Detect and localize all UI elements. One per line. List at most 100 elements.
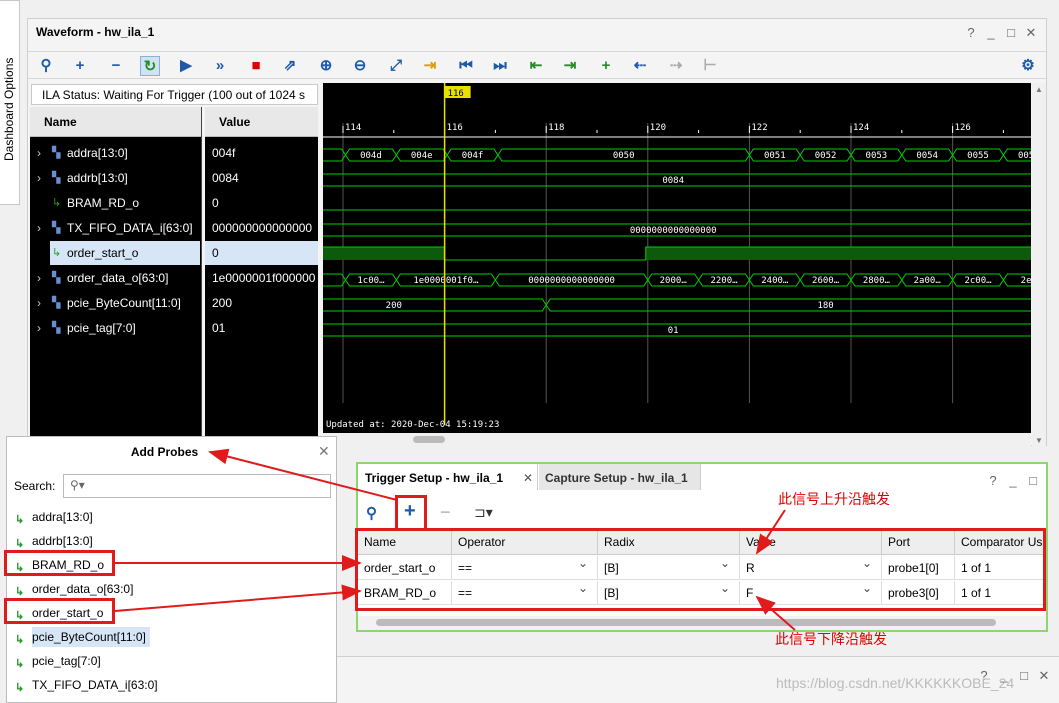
highlight-trigger-rows	[355, 528, 1046, 611]
tab-trigger-setup[interactable]: Trigger Setup - hw_ila_1 ✕	[358, 464, 538, 490]
scroll-up-icon[interactable]: ▲	[1035, 85, 1043, 94]
add-icon[interactable]: +	[70, 56, 90, 76]
next-transition-icon[interactable]: ⇥	[560, 56, 580, 76]
bus-value-label: 01	[668, 326, 679, 336]
remove-probe-button[interactable]: −	[440, 502, 451, 523]
probe-item[interactable]: ↳ addrb[13:0]	[15, 531, 93, 551]
bus-value-label: 180	[817, 301, 833, 311]
dashboard-options-tab[interactable]: Dashboard Options	[0, 0, 20, 205]
probe-item[interactable]: ↳ pcie_tag[7:0]	[15, 651, 101, 671]
help-icon[interactable]: ?	[964, 26, 978, 40]
trigger-hscroll[interactable]	[358, 616, 1046, 630]
signal-row[interactable]: › ▚ pcie_ByteCount[11:0]	[30, 291, 200, 315]
export-icon[interactable]: ⇗	[280, 56, 300, 76]
signal-row[interactable]: › ▚ pcie_tag[7:0]	[30, 316, 200, 340]
search-icon[interactable]: ⚲	[366, 504, 377, 522]
minimize-icon[interactable]: _	[1006, 474, 1020, 488]
bit-icon: ↳	[52, 247, 62, 259]
probe-item[interactable]: ↳ order_data_o[63:0]	[15, 579, 133, 599]
vertical-scrollbar[interactable]: ▲ ▼	[1032, 83, 1046, 447]
tab-capture-label: Capture Setup - hw_ila_1	[545, 471, 688, 485]
bus-value-label: 2000…	[660, 276, 688, 286]
tab-capture-setup[interactable]: Capture Setup - hw_ila_1	[539, 464, 701, 490]
probe-item[interactable]: ↳ pcie_ByteCount[11:0]	[15, 627, 150, 647]
chevron-right-icon[interactable]: ›	[37, 316, 41, 340]
signal-row[interactable]: › ▚ addra[13:0]	[30, 141, 200, 165]
scroll-down-icon[interactable]: ▼	[1035, 436, 1043, 445]
close-icon[interactable]: ✕	[1037, 669, 1051, 683]
waveform-canvas[interactable]: 114 116 118 120 122 124 126 004d 004e 004f 0050 005…	[240, 83, 1059, 433]
signal-name: BRAM_RD_o	[67, 196, 140, 210]
prev-transition-icon[interactable]: ⇤	[526, 56, 546, 76]
signal-name: TX_FIFO_DATA_i[63:0]	[67, 221, 193, 235]
restore-icon[interactable]: □	[1004, 26, 1018, 40]
close-icon[interactable]: ✕	[318, 443, 330, 460]
bus-value-label: 0051	[764, 151, 786, 161]
bus-value-label: 1e0000001f0…	[413, 276, 479, 286]
bus-value-label: 0000000000000000	[630, 226, 717, 236]
name-header[interactable]: Name	[30, 107, 201, 137]
signal-row[interactable]: ↳ BRAM_RD_o	[30, 191, 200, 215]
probe-item[interactable]: ↳ addra[13:0]	[15, 507, 93, 527]
bus-value-label: 2600…	[812, 276, 840, 286]
chevron-right-icon[interactable]: ›	[37, 166, 41, 190]
swap-icon[interactable]: ⊢	[700, 56, 720, 76]
scroll-thumb[interactable]	[413, 436, 445, 443]
next-marker-icon[interactable]: ⇢	[666, 56, 686, 76]
search-input[interactable]: ⚲▾	[63, 474, 331, 498]
close-icon[interactable]: ✕	[523, 471, 533, 485]
bus-icon: ▚	[52, 172, 61, 184]
help-icon[interactable]: ?	[986, 474, 1000, 488]
signal-row[interactable]: ↳ order_start_o	[50, 241, 200, 265]
go-start-icon[interactable]: ⏮	[456, 56, 476, 76]
marker-icon[interactable]: ⇥	[420, 56, 440, 76]
probe-label: TX_FIFO_DATA_i[63:0]	[32, 678, 158, 692]
bus-value-label: 0056	[1018, 151, 1031, 161]
restore-icon[interactable]: □	[1026, 474, 1040, 488]
bus-value-label: 004e	[411, 151, 433, 161]
restore-icon[interactable]: □	[1017, 669, 1031, 683]
bus-value-label: 0053	[866, 151, 888, 161]
horizontal-scrollbar[interactable]	[323, 433, 1031, 447]
remove-icon[interactable]: −	[106, 56, 126, 76]
search-icon[interactable]: ⚲	[36, 56, 56, 76]
bit-icon: ↳	[15, 514, 25, 526]
zoom-fit-icon[interactable]: ⤢	[386, 56, 406, 76]
chevron-right-icon[interactable]: ›	[37, 216, 41, 240]
signal-row[interactable]: › ▚ addrb[13:0]	[30, 166, 200, 190]
tab-trigger-label: Trigger Setup - hw_ila_1	[365, 471, 504, 485]
scroll-thumb[interactable]	[376, 619, 996, 626]
ila-status: ILA Status: Waiting For Trigger (100 out…	[31, 84, 318, 105]
probe-item[interactable]: ↳ TX_FIFO_DATA_i[63:0]	[15, 675, 158, 695]
prev-marker-icon[interactable]: ⇠	[630, 56, 650, 76]
bus-segment	[261, 273, 347, 287]
go-end-icon[interactable]: ⏭	[490, 56, 510, 76]
zoom-out-icon[interactable]: ⊖	[350, 56, 370, 76]
chevron-right-icon[interactable]: ›	[37, 266, 41, 290]
probe-label: pcie_tag[7:0]	[32, 654, 101, 668]
highlight-order-start	[4, 598, 115, 624]
refresh-icon[interactable]: ↻	[140, 56, 160, 76]
chevron-right-icon[interactable]: ›	[37, 141, 41, 165]
zoom-in-icon[interactable]: ⊕	[316, 56, 336, 76]
stop-icon[interactable]: ■	[246, 56, 266, 76]
value-header[interactable]: Value	[205, 107, 318, 137]
gear-icon[interactable]: ⚙	[1018, 56, 1038, 76]
signal-row[interactable]: › ▚ order_data_o[63:0]	[30, 266, 200, 290]
minimize-icon[interactable]: _	[984, 26, 998, 40]
bus-value-label: 0055	[967, 151, 989, 161]
bus-value-label: 2a00…	[914, 276, 942, 286]
condition-icon[interactable]: ⊐▾	[474, 504, 493, 521]
run-icon[interactable]: ▶	[176, 56, 196, 76]
close-icon[interactable]: ✕	[1024, 26, 1038, 40]
add-marker-icon[interactable]: +	[596, 56, 616, 76]
bus-value-label: 004f	[462, 151, 484, 161]
chevron-right-icon[interactable]: ›	[37, 291, 41, 315]
run-immediate-icon[interactable]: »	[210, 56, 230, 76]
bit-icon: ↳	[15, 538, 25, 550]
signal-row[interactable]: › ▚ TX_FIFO_DATA_i[63:0]	[30, 216, 200, 240]
signal-value: 0084	[212, 171, 239, 185]
dashboard-options-label: Dashboard Options	[2, 57, 16, 161]
search-label: Search:	[14, 479, 56, 493]
fall-annotation: 此信号下降沿触发	[775, 631, 887, 647]
